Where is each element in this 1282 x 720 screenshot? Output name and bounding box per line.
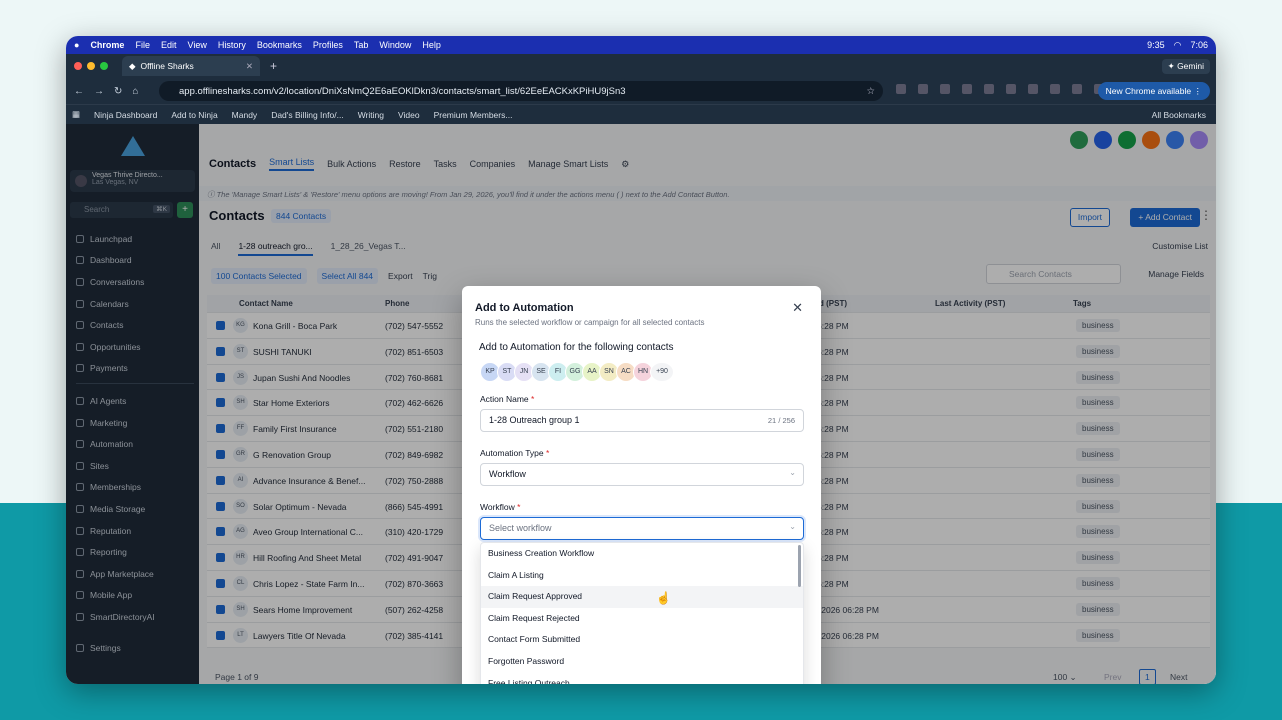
url-text: app.offlinesharks.com/v2/location/DniXsN…: [179, 85, 626, 97]
zoom-window-button[interactable]: [100, 62, 108, 70]
back-icon[interactable]: ←: [74, 86, 84, 97]
workflow-option[interactable]: Business Creation Workflow: [481, 543, 803, 565]
action-name-label-text: Action Name: [480, 394, 529, 404]
tab-strip: ◆ Offline Sharks ✕ + ✦ Gemini: [66, 54, 1216, 78]
action-name-label: Action Name *: [480, 394, 534, 404]
bookmark-item[interactable]: Ninja Dashboard: [94, 110, 157, 120]
menu-window[interactable]: Window: [379, 40, 411, 50]
close-icon[interactable]: ✕: [792, 300, 803, 316]
menu-edit[interactable]: Edit: [161, 40, 177, 50]
bookmark-item[interactable]: Premium Members...: [434, 110, 513, 120]
tab-title: Offline Sharks: [140, 61, 194, 71]
extension-icon[interactable]: [1050, 84, 1060, 94]
bookmark-folder[interactable]: Video: [398, 110, 420, 120]
browser-tab[interactable]: ◆ Offline Sharks ✕: [122, 56, 260, 76]
workflow-option[interactable]: Claim A Listing: [481, 565, 803, 587]
menu-profiles[interactable]: Profiles: [313, 40, 343, 50]
minimize-window-button[interactable]: [87, 62, 95, 70]
crm-app: Vegas Thrive Directo... Las Vegas, NV Se…: [66, 124, 1216, 684]
modal-title: Add to Automation: [475, 302, 574, 314]
extension-icon[interactable]: [984, 84, 994, 94]
extension-icon[interactable]: [962, 84, 972, 94]
extension-icon[interactable]: [1072, 84, 1082, 94]
bookmark-folder[interactable]: Writing: [358, 110, 384, 120]
required-marker: *: [531, 394, 535, 404]
chevron-down-icon: ⌄: [789, 468, 796, 477]
more-contacts-chip: +90: [650, 362, 674, 382]
forward-icon[interactable]: →: [94, 86, 104, 97]
new-chrome-label: New Chrome available: [1105, 86, 1192, 96]
workflow-dropdown: Business Creation Workflow Claim A Listin…: [480, 542, 804, 684]
automation-type-select[interactable]: Workflow ⌄: [480, 463, 804, 486]
char-counter: 21 / 256: [767, 416, 795, 425]
favicon-icon: ◆: [129, 60, 136, 71]
url-bar[interactable]: app.offlinesharks.com/v2/location/DniXsN…: [159, 81, 883, 101]
address-toolbar: ← → ↻ ⌂ app.offlinesharks.com/v2/locatio…: [66, 78, 1216, 104]
add-to-automation-modal: Add to Automation Runs the selected work…: [462, 286, 821, 684]
automation-type-label: Automation Type *: [480, 448, 549, 458]
extension-icon[interactable]: [940, 84, 950, 94]
extension-icons: [896, 84, 1104, 94]
extension-icon[interactable]: [918, 84, 928, 94]
workflow-placeholder: Select workflow: [489, 523, 552, 533]
chevron-down-icon: ⌄: [789, 522, 796, 531]
workflow-option[interactable]: Contact Form Submitted: [481, 629, 803, 651]
workflow-select[interactable]: Select workflow ⌄: [480, 517, 804, 540]
modal-subtitle: Runs the selected workflow or campaign f…: [475, 318, 705, 327]
menu-view[interactable]: View: [187, 40, 206, 50]
reload-icon[interactable]: ↻: [114, 86, 122, 97]
menu-bookmarks[interactable]: Bookmarks: [257, 40, 302, 50]
gemini-button[interactable]: ✦ Gemini: [1161, 58, 1210, 74]
extension-icon[interactable]: [1028, 84, 1038, 94]
browser-window: ● Chrome File Edit View History Bookmark…: [66, 36, 1216, 684]
required-marker: *: [546, 448, 550, 458]
menu-history[interactable]: History: [218, 40, 246, 50]
timer-status[interactable]: 9:35: [1147, 40, 1165, 50]
macos-menu-bar: ● Chrome File Edit View History Bookmark…: [66, 36, 1216, 54]
bookmark-folder[interactable]: Mandy: [232, 110, 258, 120]
automation-type-value: Workflow: [489, 469, 526, 479]
new-chrome-button[interactable]: New Chrome available ⋮: [1097, 82, 1210, 100]
bookmarks-bar: ▦ Ninja Dashboard Add to Ninja Mandy Dad…: [66, 104, 1216, 124]
new-tab-button[interactable]: +: [270, 59, 277, 73]
menu-tab[interactable]: Tab: [354, 40, 369, 50]
home-icon[interactable]: ⌂: [132, 86, 138, 97]
apple-icon[interactable]: ●: [74, 40, 79, 50]
automation-type-label-text: Automation Type: [480, 448, 544, 458]
workflow-option[interactable]: Claim Request Approved: [481, 586, 803, 608]
apps-grid-icon[interactable]: ▦: [72, 109, 80, 120]
clock[interactable]: 7:06: [1190, 40, 1208, 50]
wifi-icon[interactable]: ◠: [1174, 40, 1182, 51]
action-name-input[interactable]: 1-28 Outreach group 1 21 / 256: [480, 409, 804, 432]
menu-chrome[interactable]: Chrome: [90, 40, 124, 50]
gemini-label: Gemini: [1177, 60, 1204, 71]
action-name-value: 1-28 Outreach group 1: [489, 415, 580, 425]
all-bookmarks[interactable]: All Bookmarks: [1152, 110, 1206, 120]
required-marker: *: [517, 502, 521, 512]
close-tab-icon[interactable]: ✕: [246, 61, 253, 72]
bookmark-folder[interactable]: Dad's Billing Info/...: [271, 110, 344, 120]
workflow-label-text: Workflow: [480, 502, 515, 512]
menu-file[interactable]: File: [135, 40, 150, 50]
menu-help[interactable]: Help: [422, 40, 441, 50]
workflow-option[interactable]: Claim Request Rejected: [481, 608, 803, 630]
extension-icon[interactable]: [1006, 84, 1016, 94]
workflow-option[interactable]: Forgotten Password: [481, 651, 803, 673]
contact-chips: KP ST JN SE FI GG AA SN AC HN +90: [480, 362, 674, 382]
bookmark-item[interactable]: Add to Ninja: [171, 110, 217, 120]
modal-section-title: Add to Automation for the following cont…: [479, 342, 674, 353]
workflow-option[interactable]: Free Listing Outreach: [481, 673, 803, 684]
close-window-button[interactable]: [74, 62, 82, 70]
extension-icon[interactable]: [896, 84, 906, 94]
mouse-cursor-icon: ☝: [656, 591, 671, 605]
window-controls: [74, 62, 108, 70]
dropdown-scrollbar[interactable]: [798, 545, 801, 587]
bookmark-star-icon[interactable]: ☆: [866, 86, 875, 97]
workflow-label: Workflow *: [480, 502, 520, 512]
